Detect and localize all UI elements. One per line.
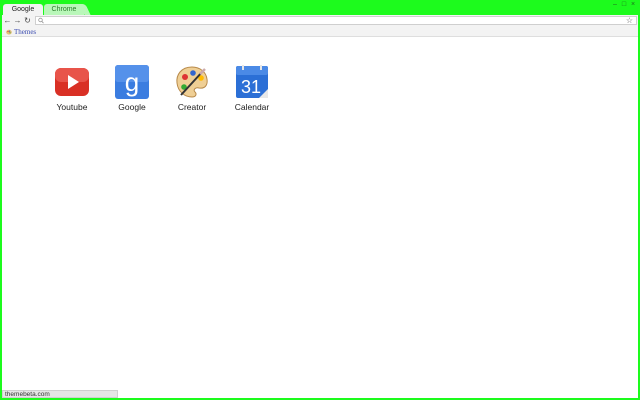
app-label: Creator: [177, 102, 207, 112]
bookmarks-bar: Themes: [2, 27, 638, 37]
forward-icon[interactable]: →: [13, 16, 22, 25]
tab-label: Chrome: [51, 6, 77, 13]
address-bar[interactable]: ☆: [35, 16, 637, 25]
reload-icon[interactable]: ↻: [23, 16, 32, 25]
svg-text:g: g: [125, 67, 139, 97]
palette-icon: [6, 29, 12, 35]
google-icon: g: [115, 65, 149, 99]
calendar-day: 31: [241, 77, 261, 97]
maximize-icon[interactable]: □: [621, 1, 627, 8]
app-label: Google: [118, 102, 146, 112]
title-bar: Google Chrome – □ ×: [0, 0, 640, 15]
app-google[interactable]: g Google: [102, 65, 162, 112]
calendar-icon: 31: [236, 65, 268, 98]
tab-chrome[interactable]: Chrome: [44, 4, 84, 15]
status-bar: themebeta.com: [2, 390, 118, 398]
close-icon[interactable]: ×: [630, 1, 636, 8]
bookmark-themes[interactable]: Themes: [6, 27, 36, 37]
tab-label: Google: [11, 6, 35, 13]
youtube-icon: [55, 68, 89, 96]
app-youtube[interactable]: Youtube: [42, 65, 102, 112]
tab-google[interactable]: Google: [3, 4, 43, 15]
status-text: themebeta.com: [5, 391, 50, 398]
search-icon: [38, 17, 44, 24]
app-label: Calendar: [234, 102, 270, 112]
back-icon[interactable]: ←: [3, 16, 12, 25]
minimize-icon[interactable]: –: [612, 1, 618, 8]
window-controls: – □ ×: [612, 1, 636, 8]
new-tab-page: Youtube g Google Creator 31 Calendar: [2, 37, 638, 398]
app-calendar[interactable]: 31 Calendar: [222, 65, 282, 112]
bookmark-star-icon[interactable]: ☆: [626, 17, 633, 25]
palette-icon: [176, 66, 208, 98]
app-creator[interactable]: Creator: [162, 65, 222, 112]
bookmark-label: Themes: [14, 28, 37, 36]
toolbar: ← → ↻ ☆: [2, 15, 638, 27]
app-label: Youtube: [56, 102, 88, 112]
